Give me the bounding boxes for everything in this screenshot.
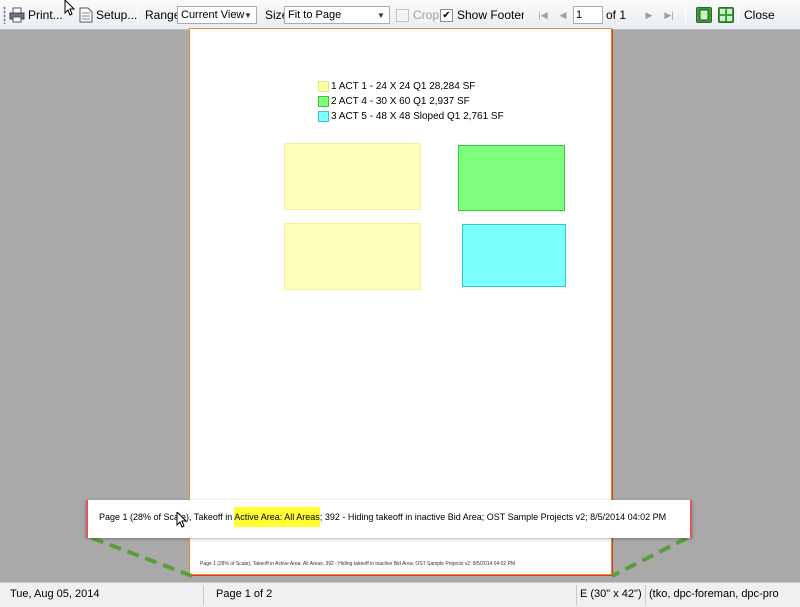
status-separator <box>203 585 204 605</box>
status-paper-size: E (30" x 42") <box>580 588 642 600</box>
active-area-highlight: Active Area: All Areas <box>234 507 320 527</box>
status-date: Tue, Aug 05, 2014 <box>10 588 100 600</box>
footer-text-start: Page 1 (28% of Scale), Takeoff in <box>99 512 235 522</box>
status-bar: Tue, Aug 05, 2014 Page 1 of 2 E (30" x 4… <box>0 582 800 607</box>
status-separator <box>576 585 577 605</box>
status-page: Page 1 of 2 <box>216 588 273 600</box>
status-separator <box>645 585 646 605</box>
status-users: (tko, dpc-foreman, dpc-pro <box>649 588 779 600</box>
mouse-cursor-icon <box>176 512 188 528</box>
footer-text-end: ; 392 - Hiding takeoff in inactive Bid A… <box>319 512 667 522</box>
mouse-cursor-icon <box>64 0 76 16</box>
